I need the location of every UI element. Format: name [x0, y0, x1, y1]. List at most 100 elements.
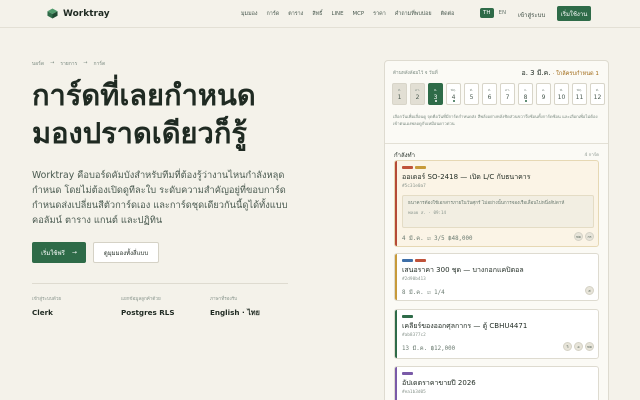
task-card[interactable]: เสนอราคา 300 ชุด — บางกอกแคปิตอล #2d90b41… — [394, 253, 599, 301]
brand-name: Worktray — [63, 8, 110, 19]
day-number: 9 — [541, 94, 546, 101]
nav-link-views[interactable]: มุมมอง — [241, 10, 258, 18]
card-id: #2d90b413 — [402, 277, 426, 282]
stat-label: เข้าสู่ระบบด้วย — [32, 297, 62, 302]
day-weekday: อ. — [541, 88, 546, 92]
task-card[interactable]: เคลียร์ของออกศุลกากร — ตู้ CBHU4471 #ab83… — [394, 309, 599, 359]
divider — [32, 283, 288, 284]
label-chip — [402, 259, 413, 262]
nav-link-pricing[interactable]: ราคา — [373, 10, 386, 18]
card-title: ออเดอร์ SO-2418 — เปิด L/C กับธนาคาร — [402, 173, 531, 181]
day-number: 5 — [469, 94, 474, 101]
day-weekday: จ. — [523, 88, 528, 92]
day-button[interactable]: ศ. 5 — [464, 83, 479, 105]
nav-link-contact[interactable]: ติดต่อ — [441, 10, 455, 18]
breadcrumb-item: การ์ด — [93, 61, 106, 67]
view-all-views-button[interactable]: ดูมุมมองทั้งสี่แบบ — [93, 242, 159, 263]
nav-link-line[interactable]: LINE — [331, 11, 343, 17]
card-title: เคลียร์ของออกศุลกากร — ตู้ CBHU4471 — [402, 322, 528, 330]
nav-link-permissions[interactable]: สิทธิ์ — [312, 10, 322, 18]
avatar[interactable]: พล — [585, 342, 594, 351]
day-number: 10 — [557, 94, 566, 101]
card-id: #ea1b3d05 — [402, 390, 426, 395]
breadcrumb-item: รายการ — [60, 61, 78, 67]
day-button[interactable]: พฤ. 4 — [446, 83, 461, 105]
breadcrumb-item: บอร์ด — [32, 61, 45, 67]
avatar[interactable]: กร — [585, 232, 594, 241]
day-weekday: ศ. — [595, 88, 600, 92]
start-free-label: เริ่มใช้ฟรี — [41, 249, 65, 257]
column-count: 4 การ์ด — [584, 153, 599, 158]
day-weekday: พ. — [559, 88, 564, 92]
day-number: 11 — [575, 94, 584, 101]
nav-link-table[interactable]: ตาราง — [288, 10, 303, 18]
card-labels — [402, 166, 426, 169]
label-chip — [415, 166, 426, 169]
card-id: #5c31e0a7 — [402, 184, 426, 189]
day-button[interactable]: อา. 7 — [500, 83, 515, 105]
avatar[interactable]: อ — [574, 342, 583, 351]
due-soon-hint: · ใกล้ครบกำหนด 1 — [552, 71, 599, 77]
day-button[interactable]: อ. 9 — [536, 83, 551, 105]
panel-header-date: อ. 3 มี.ค. · ใกล้ครบกำหนด 1 — [521, 68, 599, 79]
day-button[interactable]: พฤ. 11 — [572, 83, 587, 105]
lang-en-button[interactable]: EN — [496, 8, 510, 18]
nav-link-mcp[interactable]: MCP — [353, 11, 365, 17]
avatar[interactable]: ส — [585, 286, 594, 295]
nav-links: มุมมอง การ์ด ตาราง สิทธิ์ LINE MCP ราคา … — [241, 0, 454, 28]
hero-title-line: การ์ดที่เลยกำหนด — [32, 78, 256, 112]
day-button[interactable]: ส. 6 — [482, 83, 497, 105]
card-comment: ธนาคารต้องใช้เอกสารภายในวันศุกร์ ไม่อย่า… — [402, 195, 594, 228]
day-button[interactable]: ส. 1 — [392, 83, 407, 105]
avatar[interactable]: พล — [574, 232, 583, 241]
day-weekday: พฤ. — [576, 88, 583, 92]
lang-th-button[interactable]: TH — [480, 8, 494, 18]
breadcrumb: บอร์ด → รายการ → การ์ด — [32, 60, 105, 68]
avatar[interactable]: วิ — [563, 342, 572, 351]
day-button[interactable]: จ. 3 — [428, 83, 443, 105]
stat-auth: เข้าสู่ระบบด้วย Clerk — [32, 296, 61, 317]
breadcrumb-separator: → — [83, 60, 88, 66]
day-weekday: ส. — [397, 88, 402, 92]
day-button[interactable]: ศ. 12 — [590, 83, 605, 105]
day-weekday: อา. — [504, 88, 511, 92]
day-number: 7 — [505, 94, 510, 101]
task-card[interactable]: ออเดอร์ SO-2418 — เปิด L/C กับธนาคาร #5c3… — [394, 160, 599, 247]
comment-author: พลอย ส. · 09:14 — [408, 210, 447, 215]
stat-rls: แยกข้อมูลลูกค้าด้วย Postgres RLS — [121, 296, 175, 317]
day-button[interactable]: อา. 2 — [410, 83, 425, 105]
card-id: #ab8377c2 — [402, 333, 426, 338]
nav-link-faq[interactable]: คำถามที่พบบ่อย — [395, 10, 432, 18]
day-weekday: อา. — [414, 88, 421, 92]
arrow-right-icon: → — [71, 249, 77, 256]
column-title: กำลังทำ — [394, 152, 415, 159]
panel-header-label: ด้านหลังล้อมไว้ จ วันที่ — [393, 71, 438, 76]
card-assignees: ส — [585, 286, 594, 295]
task-card[interactable]: อัปเดตราคาขายปี 2026 #ea1b3d05 — [394, 366, 599, 400]
column-header: กำลังทำ 4 การ์ด — [385, 143, 608, 161]
nav-link-cards[interactable]: การ์ด — [267, 10, 280, 18]
day-button[interactable]: ส.13 — [608, 83, 609, 105]
label-chip — [402, 315, 413, 318]
signin-link[interactable]: เข้าสู่ระบบ — [518, 10, 545, 20]
card-title: เสนอราคา 300 ชุด — บางกอกแคปิตอล — [402, 266, 524, 274]
day-button[interactable]: จ. 8 — [518, 83, 533, 105]
day-number: 12 — [593, 94, 602, 101]
breadcrumb-separator: → — [50, 60, 55, 66]
stat-value: Clerk — [32, 308, 53, 317]
start-free-button[interactable]: เริ่มใช้ฟรี → — [32, 242, 86, 263]
card-meta: 8 มี.ค. ☑ 1/4 — [402, 290, 445, 296]
day-button[interactable]: พ. 10 — [554, 83, 569, 105]
logo[interactable]: Worktray — [47, 8, 110, 19]
card-assignees: พล กร — [574, 232, 594, 241]
stat-value: Postgres RLS — [121, 308, 175, 317]
stat-languages: ภาษาที่รองรับ English · ไทย — [210, 296, 260, 319]
comment-text: ธนาคารต้องใช้เอกสารภายในวันศุกร์ ไม่อย่า… — [408, 201, 565, 206]
language-switch: TH EN — [480, 8, 509, 18]
day-number: 6 — [487, 94, 492, 101]
day-number: 1 — [397, 94, 402, 101]
date-strip: ส. 1 อา. 2 จ. 3 พฤ. 4 ศ. 5 ส. 6 อา. 7 จ. 8 อ. 9 พ. 10 พฤ. 11 ศ… — [392, 83, 609, 105]
top-nav: Worktray มุมมอง การ์ด ตาราง สิทธิ์ LINE … — [0, 0, 640, 28]
start-button[interactable]: เริ่มใช้งาน — [557, 6, 591, 21]
board-preview-panel: ด้านหลังล้อมไว้ จ วันที่ อ. 3 มี.ค. · ใกล… — [384, 60, 609, 400]
